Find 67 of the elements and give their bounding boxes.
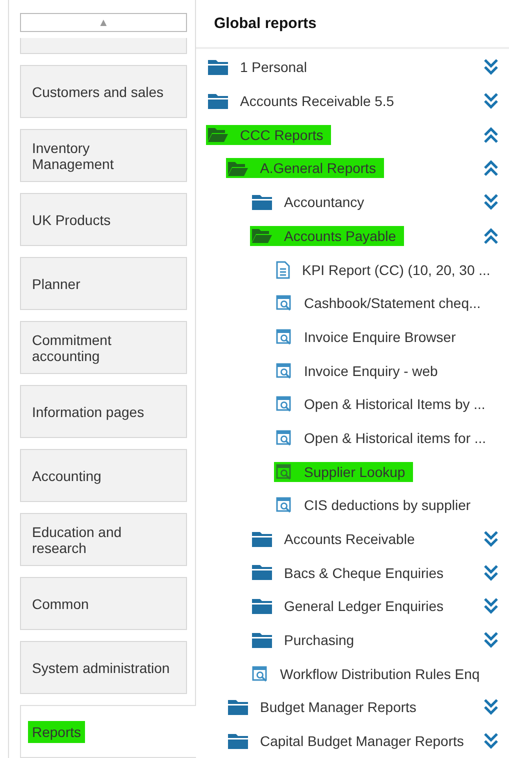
- tree-item[interactable]: Workflow Distribution Rules Enq: [250, 664, 488, 684]
- collapse-icon[interactable]: [483, 159, 499, 178]
- tree-item[interactable]: 1 Personal: [206, 57, 315, 78]
- open-folder-icon: [252, 228, 272, 244]
- tree-item[interactable]: Accountancy: [250, 192, 372, 212]
- report-search-icon: [276, 464, 292, 480]
- report-search-icon: [276, 362, 292, 379]
- folder-icon: [252, 565, 272, 580]
- tree-item[interactable]: Open & Historical Items by ...: [274, 394, 494, 414]
- panel-title: Global reports: [196, 0, 509, 49]
- expand-icon[interactable]: [483, 597, 499, 616]
- tree-item[interactable]: Bacs & Cheque Enquiries: [250, 562, 452, 583]
- folder-icon: [228, 700, 248, 715]
- open-folder-icon: [228, 160, 248, 176]
- folder-icon: [252, 532, 272, 547]
- expand-icon[interactable]: [483, 564, 499, 582]
- open-folder-icon: [208, 127, 228, 142]
- report-search-icon: [252, 666, 268, 682]
- nav-item[interactable]: Inventory Management: [20, 129, 187, 182]
- tree-item[interactable]: Budget Manager Reports: [226, 697, 424, 718]
- nav-item[interactable]: Planner: [20, 257, 187, 310]
- report-search-icon: [276, 430, 292, 446]
- nav-item[interactable]: Education and research: [20, 513, 187, 566]
- menu-tile[interactable]: [20, 38, 187, 54]
- report-search-icon: [276, 295, 292, 312]
- document-icon: [276, 260, 290, 279]
- folder-icon: [208, 60, 228, 75]
- folder-icon: [228, 734, 248, 749]
- expand-icon[interactable]: [483, 530, 499, 548]
- nav-item[interactable]: UK Products: [20, 193, 187, 246]
- expand-icon[interactable]: [483, 92, 499, 110]
- nav-item[interactable]: Common: [20, 577, 187, 630]
- tree-item[interactable]: Invoice Enquiry - web: [274, 360, 446, 381]
- tree-item[interactable]: CCC Reports: [206, 124, 332, 145]
- collapse-icon[interactable]: [483, 226, 499, 245]
- report-search-icon: [276, 396, 292, 412]
- nav-item[interactable]: Information pages: [20, 385, 187, 438]
- expand-icon[interactable]: [483, 193, 499, 212]
- tree-item[interactable]: Accounts Receivable 5.5: [206, 91, 402, 112]
- tree-item[interactable]: CIS deductions by supplier: [274, 495, 479, 516]
- folder-icon: [252, 598, 272, 614]
- tree-item[interactable]: A.General Reports: [226, 158, 384, 178]
- collapse-icon[interactable]: [483, 126, 499, 144]
- nav-item[interactable]: Commitment accounting: [20, 321, 187, 374]
- expand-icon[interactable]: [483, 732, 499, 750]
- nav-item[interactable]: Accounting: [20, 449, 187, 502]
- report-search-icon: [276, 497, 292, 514]
- folder-icon: [208, 94, 228, 109]
- expand-icon[interactable]: [483, 631, 499, 650]
- report-search-icon: [276, 328, 292, 345]
- tree-item[interactable]: General Ledger Enquiries: [250, 596, 452, 616]
- nav-item[interactable]: Reports: [20, 705, 196, 758]
- expand-icon[interactable]: [483, 698, 499, 716]
- expand-icon[interactable]: [483, 58, 499, 76]
- tree-item[interactable]: Purchasing: [250, 630, 362, 650]
- tree-item[interactable]: Invoice Enquire Browser: [274, 326, 464, 347]
- tree-item[interactable]: Cashbook/Statement cheq...: [274, 293, 489, 314]
- tree-item[interactable]: Accounts Receivable: [250, 529, 423, 550]
- tree-item[interactable]: Supplier Lookup: [274, 462, 414, 482]
- nav-item[interactable]: Customers and sales: [20, 65, 187, 118]
- folder-icon: [252, 632, 272, 648]
- tree-item[interactable]: Accounts Payable: [250, 226, 404, 246]
- tree-item[interactable]: Open & Historical items for ...: [274, 428, 494, 448]
- tree-item[interactable]: KPI Report (CC) (10, 20, 30 ...: [274, 258, 498, 281]
- tree-item[interactable]: Capital Budget Manager Reports: [226, 731, 472, 752]
- nav-item[interactable]: System administration: [20, 641, 187, 694]
- folder-icon: [252, 194, 272, 210]
